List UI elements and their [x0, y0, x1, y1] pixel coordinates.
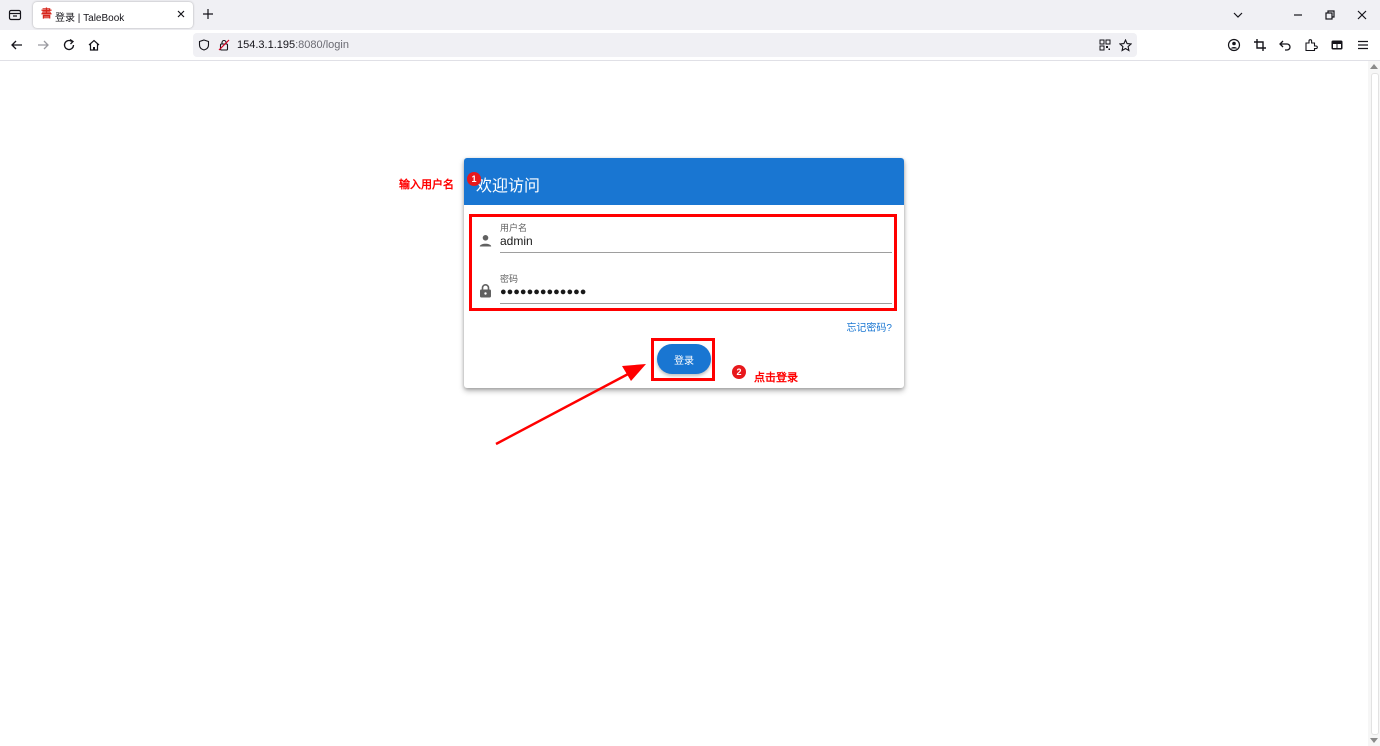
annotation-arrow-icon	[495, 364, 646, 446]
